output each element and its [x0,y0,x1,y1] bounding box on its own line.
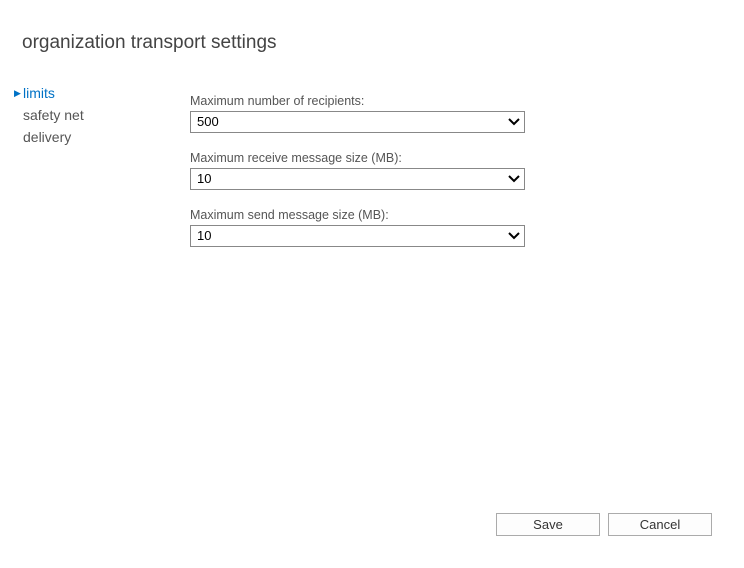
sidebar-item-label: delivery [22,129,71,145]
save-button[interactable]: Save [496,513,600,536]
form-group-receive-size: Maximum receive message size (MB): 10 [190,151,704,190]
receive-size-label: Maximum receive message size (MB): [190,151,704,165]
sidebar-item-label: limits [22,85,55,101]
sidebar-item-label: safety net [22,107,84,123]
sidebar-item-limits[interactable]: ▶ limits [14,82,190,104]
send-size-label: Maximum send message size (MB): [190,208,704,222]
cancel-button[interactable]: Cancel [608,513,712,536]
send-size-select[interactable]: 10 [190,225,525,247]
page-title: organization transport settings [0,0,744,54]
send-size-value: 10 [191,226,504,246]
button-bar: Save Cancel [496,513,712,536]
form-group-recipients: Maximum number of recipients: 500 [190,94,704,133]
sidebar: ▶ limits ▶ safety net ▶ delivery [0,82,190,265]
chevron-down-icon [504,169,524,189]
sidebar-item-safety-net[interactable]: ▶ safety net [14,104,190,126]
chevron-down-icon [504,112,524,132]
recipients-value: 500 [191,112,504,132]
recipients-label: Maximum number of recipients: [190,94,704,108]
main-panel: Maximum number of recipients: 500 Maximu… [190,82,744,265]
receive-size-select[interactable]: 10 [190,168,525,190]
sidebar-item-delivery[interactable]: ▶ delivery [14,126,190,148]
content-area: ▶ limits ▶ safety net ▶ delivery Maximum… [0,82,744,265]
caret-right-icon: ▶ [14,88,22,99]
chevron-down-icon [504,226,524,246]
form-group-send-size: Maximum send message size (MB): 10 [190,208,704,247]
recipients-select[interactable]: 500 [190,111,525,133]
receive-size-value: 10 [191,169,504,189]
